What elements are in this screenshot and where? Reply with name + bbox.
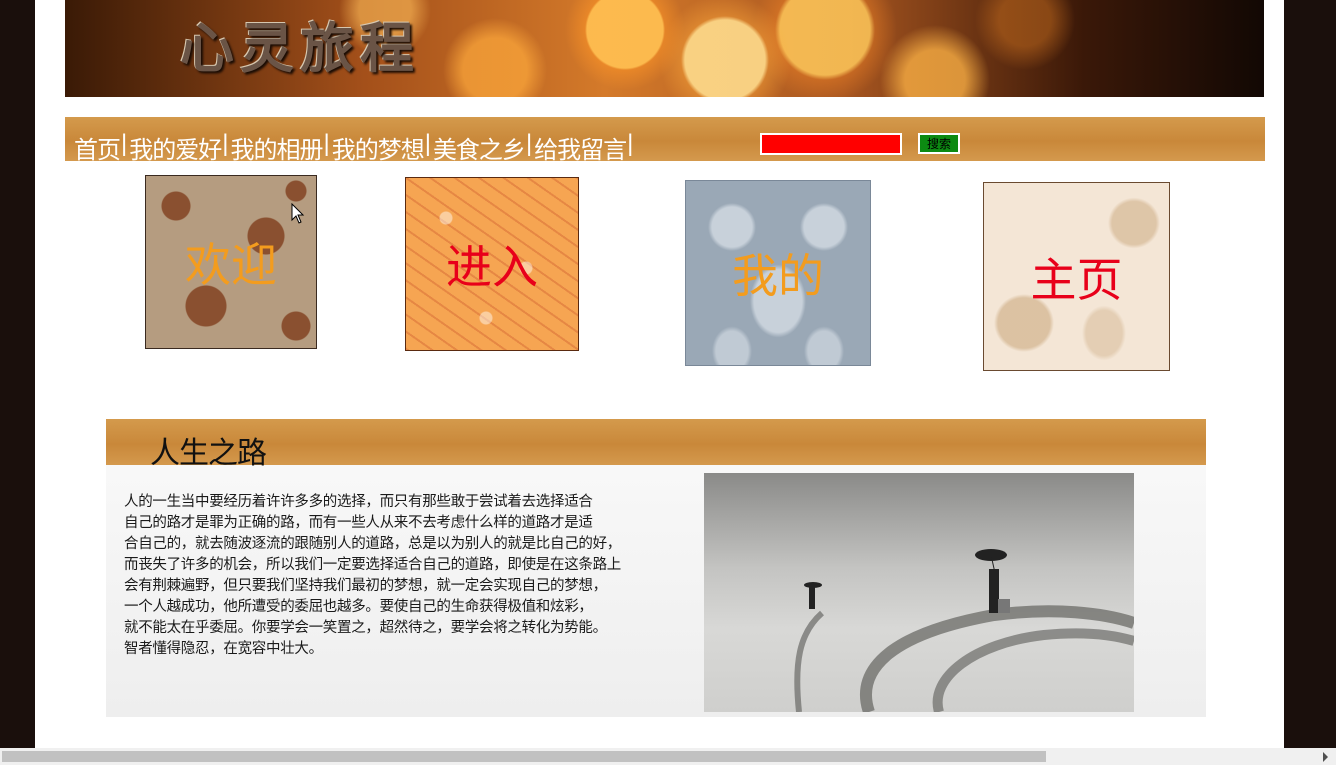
section-header: 人生之路 [106, 419, 1206, 471]
search-input[interactable] [760, 133, 902, 155]
tile-label: 主页 [1030, 252, 1123, 307]
tile-enter[interactable]: 进入 [405, 177, 579, 351]
nav-link-hobbies[interactable]: 我的爱好 [129, 130, 222, 165]
tile-label: 我的 [732, 249, 824, 303]
nav-link-guestbook[interactable]: 给我留言 [534, 130, 627, 165]
text-line: 而丧失了许多的机会，所以我们一定要选择适合自己的道路，即使是在这条路上 [124, 557, 621, 573]
road-photo [704, 473, 1134, 712]
nav-link-dreams[interactable]: 我的梦想 [332, 130, 425, 165]
text-line: 智者懂得隐忍，在宽容中壮大。 [124, 641, 323, 657]
site-banner: 心灵旅程 [65, 0, 1264, 97]
site-title: 心灵旅程 [180, 16, 420, 80]
nav-separator: | [222, 130, 228, 157]
section-title: 人生之路 [150, 436, 267, 471]
road-photo-illustration [794, 549, 1134, 712]
text-line: 会有荆棘遍野，但只要我们坚持我们最初的梦想，就一定会实现自己的梦想， [124, 578, 607, 594]
scroll-right-arrow-icon[interactable] [1323, 752, 1328, 762]
nav-link-food[interactable]: 美食之乡 [433, 130, 526, 165]
tile-homepage[interactable]: 主页 [983, 182, 1170, 371]
horizontal-scrollbar[interactable] [0, 748, 1336, 765]
nav-separator: | [525, 130, 532, 157]
tile-my[interactable]: 我的 [685, 180, 871, 366]
nav-separator: | [121, 130, 127, 157]
nav-links: 首页 | 我的爱好 | 我的相册 | 我的梦想 | 美食之乡 | 给我留言 | [74, 130, 635, 165]
scrollbar-thumb[interactable] [2, 751, 1046, 762]
text-line: 合自己的，就去随波逐流的跟随别人的道路，总是以为别人的就是比自己的好， [124, 536, 621, 552]
top-navigation: 首页 | 我的爱好 | 我的相册 | 我的梦想 | 美食之乡 | 给我留言 | 搜索 [65, 117, 1265, 164]
search-button[interactable]: 搜索 [918, 133, 960, 154]
figure-right [975, 549, 1010, 613]
text-line: 自己的路才是罪为正确的路，而有一些人从来不去考虑什么样的道路才是适 [124, 515, 593, 531]
tile-welcome[interactable]: 欢迎 [145, 175, 317, 349]
tile-label: 欢迎 [185, 238, 277, 292]
text-line: 人的一生当中要经历着许许多多的选择，而只有那些敢于尝试着去选择适合 [124, 494, 593, 510]
page-container: 心灵旅程 首页 | 我的爱好 | 我的相册 | 我的梦想 | 美食之乡 | 给我留言 | 搜… [35, 0, 1284, 748]
text-line: 一个人越成功，他所遭受的委屈也越多。要使自己的生命获得极值和炫彩， [124, 599, 593, 615]
nav-separator: | [323, 130, 329, 157]
nav-link-albums[interactable]: 我的相册 [230, 130, 323, 165]
nav-separator: | [424, 130, 431, 157]
section-text: 人的一生当中要经历着许许多多的选择，而只有那些敢于尝试着去选择适合 自己的路才是… [124, 492, 694, 660]
mouse-cursor-icon [291, 203, 305, 224]
nav-separator: | [627, 130, 633, 157]
life-road-section: 人生之路 人的一生当中要经历着许许多多的选择，而只有那些敢于尝试着去选择适合 自… [106, 419, 1206, 717]
figure-left [804, 582, 822, 609]
text-line: 就不能太在乎委屈。你要学会一笑置之，超然待之，要学会将之转化为势能。 [124, 620, 607, 636]
tile-label: 进入 [446, 240, 538, 294]
nav-link-home[interactable]: 首页 [74, 130, 121, 165]
